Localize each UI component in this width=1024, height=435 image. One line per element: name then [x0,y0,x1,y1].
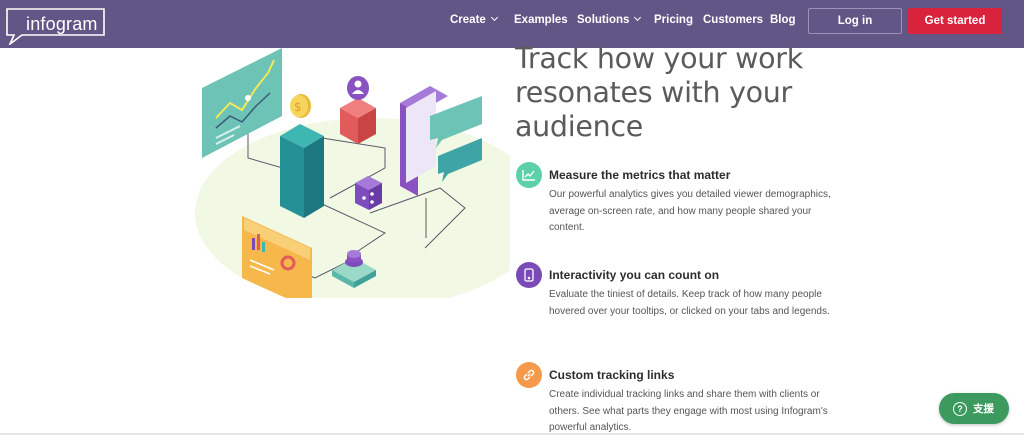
link-icon [516,362,542,388]
nav-pricing[interactable]: Pricing [654,14,693,26]
nav-solutions-label: Solutions [577,14,630,26]
headline-line: audience [515,110,643,143]
feature-title: Measure the metrics that matter [549,168,731,182]
feature-title: Custom tracking links [549,368,675,382]
chart-line-icon [516,162,542,188]
nav-blog[interactable]: Blog [770,14,796,26]
nav-create-label: Create [450,14,486,26]
nav-create[interactable]: Create [450,13,498,26]
teal-bar-block [280,124,324,218]
headline-line: resonates with your [515,76,792,109]
hero-headline: Track how your work resonates with your … [515,42,955,144]
user-avatar-icon [347,76,369,100]
nav-solutions[interactable]: Solutions [577,13,642,26]
feature-title: Interactivity you can count on [549,268,720,282]
chevron-down-icon [490,13,498,22]
infogram-logo[interactable]: infogram [6,8,105,47]
top-nav: infogram Create Examples Solutions Prici… [0,0,1024,48]
nav-examples[interactable]: Examples [514,14,568,26]
question-icon: ? [953,401,967,416]
share-cube [355,176,382,210]
feature-description: Our powerful analytics gives you detaile… [549,189,831,234]
feature-description: Create individual tracking links and sha… [549,389,828,434]
dollar-coin-icon: $ [290,94,311,118]
support-label: 支援 [973,403,994,415]
feature-description: Evaluate the tiniest of details. Keep tr… [549,289,830,317]
support-button[interactable]: ? 支援 [939,393,1009,424]
svg-text:$: $ [294,100,302,114]
headline-line: Track how your work [515,42,803,75]
analytics-illustration: $ [195,48,510,298]
nav-customers[interactable]: Customers [703,14,763,26]
get-started-button[interactable]: Get started [908,8,1002,34]
touch-icon [516,262,542,288]
login-button[interactable]: Log in [808,8,902,34]
logo-text: infogram [26,14,98,34]
chevron-down-icon [634,13,642,22]
